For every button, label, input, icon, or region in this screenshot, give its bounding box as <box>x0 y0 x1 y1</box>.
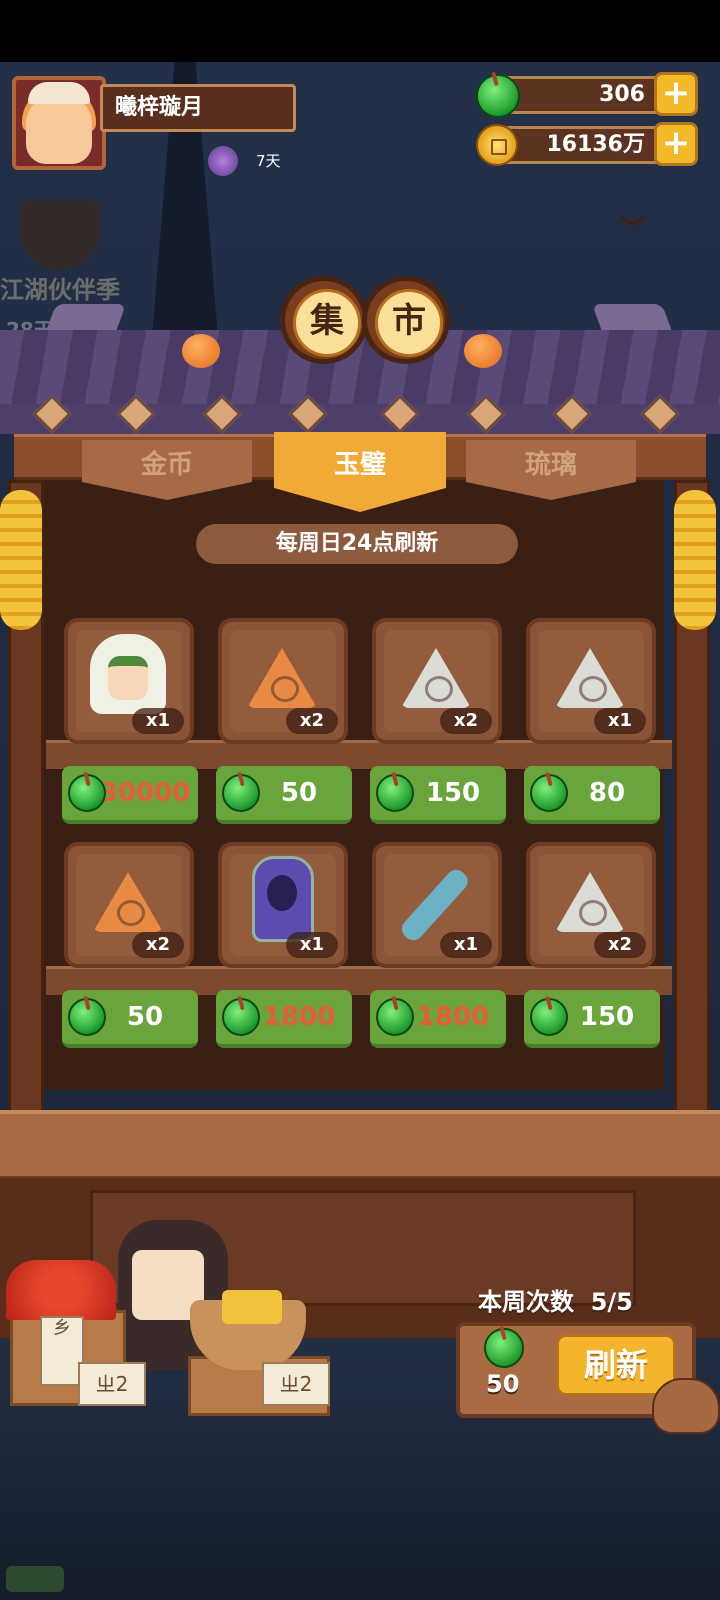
item-quantity: x2 <box>594 932 646 958</box>
event-title: 江湖伙伴季 <box>0 276 120 304</box>
price-button-6[interactable]: 1800 <box>216 990 352 1048</box>
jade-icon <box>68 774 106 812</box>
price-tag: ㄓ2 <box>262 1362 330 1406</box>
price-value: 1800 <box>416 1002 490 1032</box>
jade-icon <box>476 74 520 118</box>
price-button-4[interactable]: 80 <box>524 766 660 824</box>
price-button-1[interactable]: 30000 <box>62 766 198 824</box>
item-quantity: x2 <box>132 932 184 958</box>
corn-decoration-right <box>674 490 716 630</box>
pet-mascot[interactable] <box>652 1378 720 1434</box>
jade-icon <box>222 774 260 812</box>
item-quantity: x2 <box>440 708 492 734</box>
shop-item-7[interactable]: x1 <box>372 842 502 968</box>
chevron-down-icon[interactable]: ⌄ <box>606 190 660 236</box>
price-button-3[interactable]: 150 <box>370 766 506 824</box>
stall-counter <box>0 1110 720 1182</box>
jade-icon <box>376 998 414 1036</box>
toggle-switch[interactable] <box>6 1566 64 1592</box>
item-quantity: x1 <box>132 708 184 734</box>
weekly-count-value: 5/5 <box>590 1288 633 1316</box>
price-tag: ㄓ2 <box>78 1362 146 1406</box>
shop-item-5[interactable]: x2 <box>64 842 194 968</box>
persimmon-icon <box>464 334 502 368</box>
purple-lantern-spirit-icon <box>252 856 314 942</box>
price-value: 150 <box>579 1002 635 1032</box>
shelf <box>46 740 672 769</box>
price-value: 50 <box>126 1002 164 1032</box>
persimmon-icon <box>182 334 220 368</box>
price-value: 150 <box>425 778 481 808</box>
price-value: 1800 <box>262 1002 336 1032</box>
item-quantity: x2 <box>286 708 338 734</box>
price-value: 50 <box>280 778 318 808</box>
jade-icon <box>376 774 414 812</box>
shop-item-3[interactable]: x2 <box>372 618 502 744</box>
avatar-hat <box>28 82 90 104</box>
market-sign-right: 市 <box>362 276 450 364</box>
shop-item-8[interactable]: x2 <box>526 842 656 968</box>
weekly-count-label: 本周次数 <box>478 1288 574 1316</box>
shop-item-2[interactable]: x2 <box>218 618 348 744</box>
player-avatar[interactable] <box>12 76 106 170</box>
refresh-cost: 50 <box>486 1370 520 1398</box>
market-sign-char: 市 <box>375 289 443 357</box>
refresh-button[interactable]: 刷新 <box>556 1334 676 1396</box>
price-value: 80 <box>588 778 626 808</box>
shop-item-6[interactable]: x1 <box>218 842 348 968</box>
avatar-face <box>26 94 92 164</box>
price-button-7[interactable]: 1800 <box>370 990 506 1048</box>
refresh-schedule-banner: 每周日24点刷新 <box>196 524 518 564</box>
persimmon-basket <box>6 1260 116 1320</box>
weekly-refresh-count: 本周次数 5/5 <box>478 1282 633 1317</box>
buff-days: 7天 <box>256 152 281 170</box>
jade-icon <box>68 998 106 1036</box>
gold-ingot-icon <box>222 1290 282 1324</box>
jade-icon <box>222 998 260 1036</box>
item-quantity: x1 <box>286 932 338 958</box>
jade-icon <box>530 774 568 812</box>
gold-coin-icon <box>476 124 518 166</box>
add-gold-button[interactable]: + <box>654 122 698 166</box>
item-quantity: x1 <box>594 708 646 734</box>
price-button-8[interactable]: 150 <box>524 990 660 1048</box>
price-button-5[interactable]: 50 <box>62 990 198 1048</box>
shop-item-4[interactable]: x1 <box>526 618 656 744</box>
buff-badge-icon[interactable] <box>208 146 238 176</box>
status-bar <box>0 0 720 62</box>
price-button-2[interactable]: 50 <box>216 766 352 824</box>
add-jade-button[interactable]: + <box>654 72 698 116</box>
roof-edge <box>0 404 720 434</box>
shop-item-1[interactable]: x1 <box>64 618 194 744</box>
jade-icon <box>530 998 568 1036</box>
player-name: 曦梓璇月 <box>100 84 296 132</box>
item-quantity: x1 <box>440 932 492 958</box>
jade-icon <box>484 1328 524 1368</box>
market-sign-left: 集 <box>280 276 368 364</box>
price-value: 30000 <box>99 778 191 808</box>
market-sign-char: 集 <box>293 289 361 357</box>
corn-decoration-left <box>0 490 42 630</box>
hooded-companion-doll-icon <box>90 634 166 714</box>
